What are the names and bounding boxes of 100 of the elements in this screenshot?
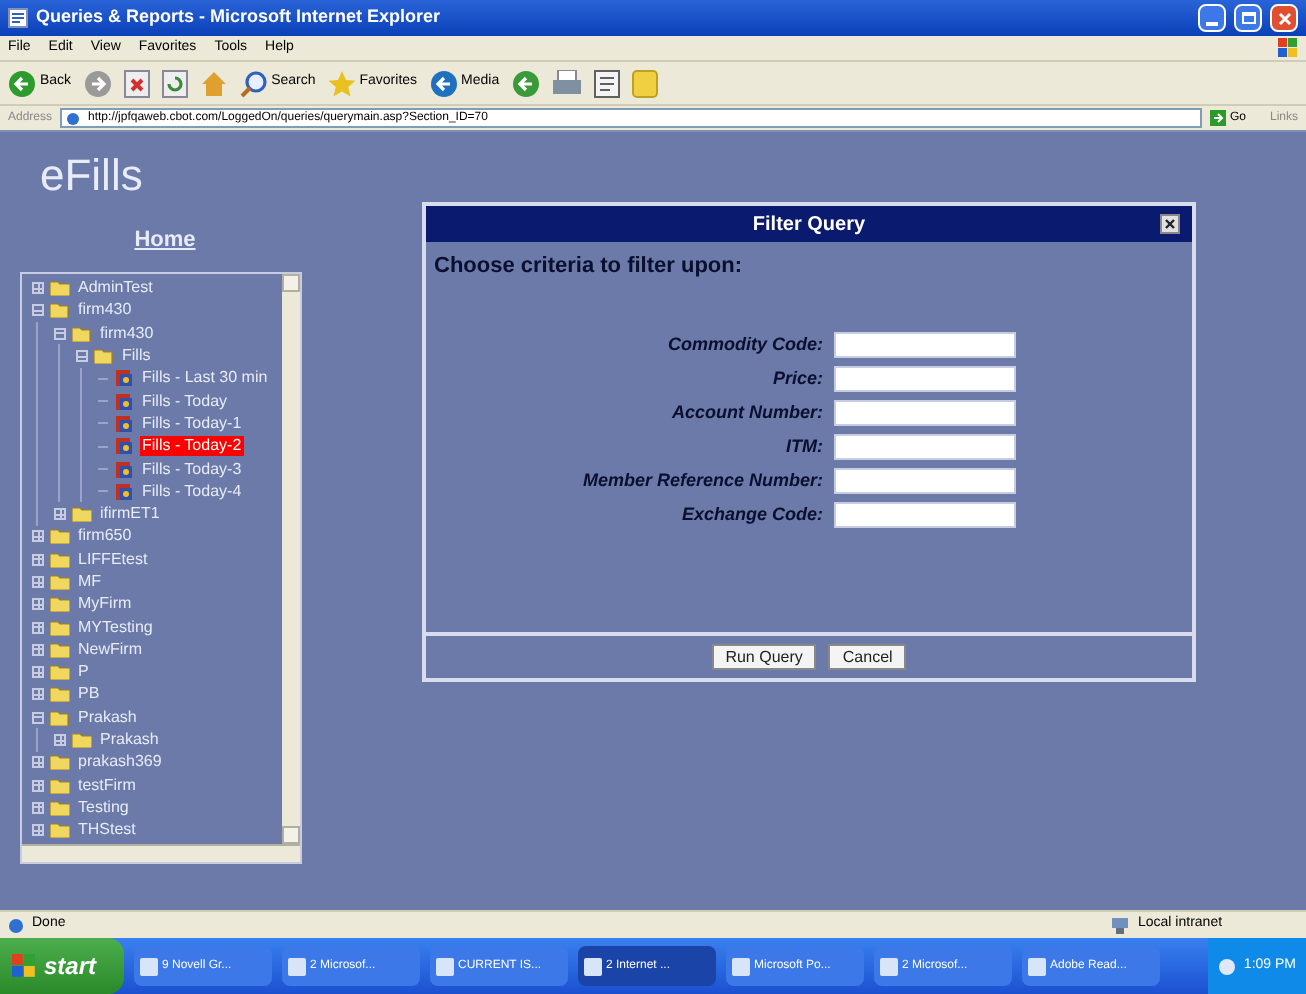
close-icon	[1164, 218, 1176, 230]
windows-logo-icon	[1278, 38, 1298, 58]
tree-item[interactable]: LIFFEtest	[76, 549, 150, 570]
toolbar-button[interactable]	[123, 69, 150, 97]
tree-item[interactable]: Fills - Today-3	[140, 459, 244, 480]
toolbar-button[interactable]	[551, 69, 582, 97]
home-link[interactable]: Home	[134, 224, 196, 257]
toolbar-button[interactable]	[161, 69, 188, 97]
forward-arrow-icon	[83, 69, 112, 97]
expand-toggle[interactable]	[32, 643, 44, 656]
tree-item[interactable]: PB	[76, 684, 102, 705]
toolbar-button[interactable]	[593, 69, 620, 97]
window-title: Queries & Reports - Microsoft Internet Explorer	[36, 4, 443, 31]
horizontal-scrollbar[interactable]	[22, 843, 300, 861]
close-button[interactable]	[1160, 214, 1180, 234]
expand-toggle[interactable]	[32, 553, 44, 566]
arrow-icon	[1209, 110, 1226, 126]
tree-item[interactable]: testFirm	[76, 775, 138, 796]
app-icon	[584, 957, 602, 975]
field-label: Member Reference Number:	[582, 467, 824, 493]
maximize-button[interactable]	[1234, 4, 1262, 32]
tree-item[interactable]: firm430	[98, 323, 156, 344]
minimize-button[interactable]	[1198, 4, 1226, 32]
app-icon	[288, 957, 306, 975]
tree-item[interactable]: Fills - Today-4	[140, 481, 244, 502]
vertical-scrollbar[interactable]	[282, 273, 300, 843]
stop-icon	[123, 69, 150, 97]
input-field[interactable]	[833, 433, 1016, 459]
dialog-heading: Choose criteria to filter upon:	[432, 252, 745, 282]
expand-toggle[interactable]	[32, 688, 44, 701]
report-icon	[114, 413, 134, 434]
windows-logo-icon	[12, 954, 36, 978]
tree-item[interactable]: Prakash	[76, 707, 139, 728]
expand-toggle[interactable]	[54, 508, 66, 521]
refresh-icon	[161, 69, 188, 97]
collapse-toggle[interactable]	[32, 711, 44, 724]
expand-toggle[interactable]	[54, 734, 66, 747]
close-icon	[1277, 11, 1291, 25]
document-icon	[593, 69, 620, 97]
app-icon	[436, 957, 454, 975]
tree-item[interactable]: prakash369	[76, 752, 164, 773]
back-arrow-icon	[8, 69, 36, 97]
printer-icon	[551, 69, 582, 97]
network-icon	[1110, 917, 1130, 933]
expand-toggle[interactable]	[32, 576, 44, 588]
tree-item[interactable]: Testing	[76, 797, 131, 818]
expand-toggle[interactable]	[32, 621, 44, 634]
expand-toggle[interactable]	[32, 666, 44, 679]
input-field[interactable]	[833, 399, 1016, 425]
tree-item[interactable]: ifirmET1	[98, 504, 162, 525]
toolbar-button[interactable]	[83, 69, 112, 97]
tree-item[interactable]: Prakash	[98, 730, 161, 751]
dialog-button[interactable]: Run Query	[711, 644, 817, 670]
tree-item[interactable]: MF	[76, 572, 104, 592]
input-field[interactable]	[833, 365, 1016, 391]
report-icon	[114, 368, 134, 389]
app-icon	[140, 957, 158, 975]
report-icon	[114, 481, 134, 502]
collapse-toggle[interactable]	[76, 350, 88, 363]
tree-item[interactable]: Fills - Today-1	[140, 413, 244, 434]
collapse-toggle[interactable]	[32, 304, 44, 317]
tree-item[interactable]: MyFirm	[76, 594, 134, 615]
field-label: Commodity Code:	[666, 331, 824, 357]
tree-item[interactable]: THStest	[76, 820, 138, 841]
expand-toggle[interactable]	[32, 801, 44, 814]
folder-icon	[50, 280, 70, 297]
tree-item[interactable]: Fills	[120, 346, 153, 367]
house-icon	[199, 69, 228, 97]
tree-item[interactable]: P	[76, 662, 91, 683]
tree-item[interactable]: MYTesting	[76, 617, 155, 638]
search-icon	[239, 69, 268, 97]
logo: eFills	[38, 152, 145, 200]
collapse-toggle[interactable]	[54, 327, 66, 340]
note-icon	[631, 69, 658, 97]
input-field[interactable]	[833, 467, 1016, 493]
dialog-button[interactable]: Cancel	[828, 644, 907, 670]
field-label: Price:	[771, 365, 824, 391]
tree-item[interactable]: Fills - Today-2	[140, 436, 244, 457]
tree-item[interactable]: firm650	[76, 526, 134, 547]
expand-toggle[interactable]	[32, 530, 44, 543]
input-field[interactable]	[833, 331, 1016, 357]
app-icon	[732, 957, 750, 975]
expand-toggle[interactable]	[32, 824, 44, 837]
expand-toggle[interactable]	[32, 282, 44, 295]
input-field[interactable]	[833, 501, 1016, 527]
start-button[interactable]: start	[0, 938, 124, 994]
expand-toggle[interactable]	[32, 598, 44, 611]
tree-item[interactable]: AdminTest	[76, 278, 155, 299]
report-icon	[114, 459, 134, 480]
tree-item[interactable]: Fills - Today	[140, 391, 230, 412]
tree-item[interactable]: NewFirm	[76, 639, 144, 660]
field-label: Account Number:	[670, 399, 824, 425]
app-icon	[880, 957, 898, 975]
report-icon	[114, 436, 134, 457]
expand-toggle[interactable]	[32, 779, 44, 792]
field-label: ITM:	[784, 433, 824, 459]
expand-toggle[interactable]	[32, 756, 44, 769]
tray-icon	[1217, 957, 1236, 975]
tree-item[interactable]: firm430	[76, 300, 134, 321]
tree-item[interactable]: Fills - Last 30 min	[140, 368, 270, 389]
